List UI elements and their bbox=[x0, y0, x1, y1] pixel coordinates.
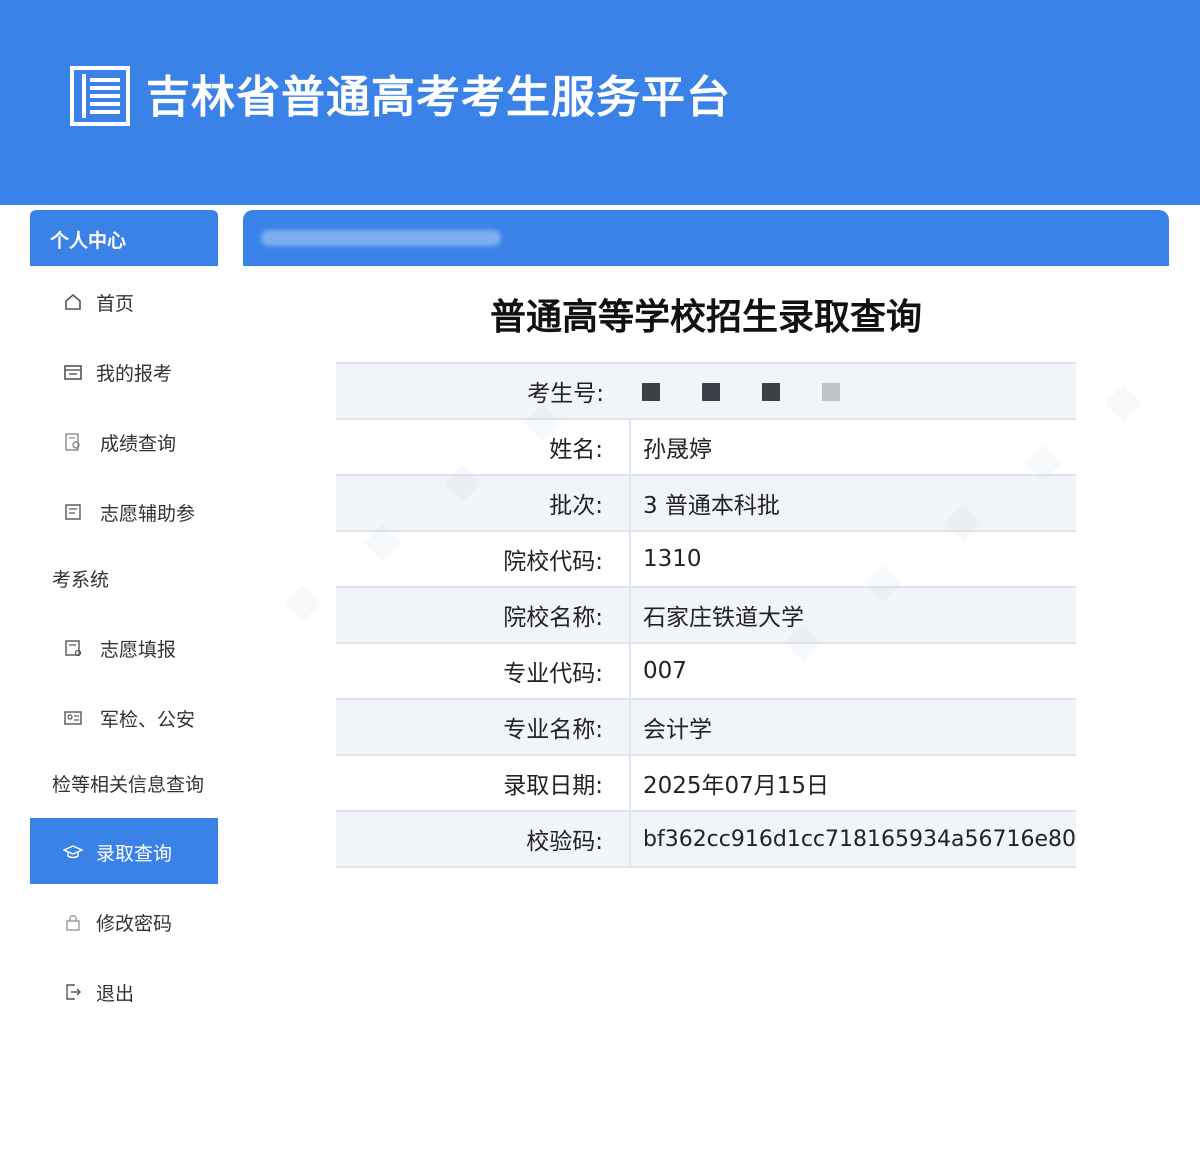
field-label: 录取日期: bbox=[336, 755, 631, 812]
content-banner bbox=[243, 210, 1169, 266]
sidebar-item-admission-query[interactable]: 录取查询 bbox=[30, 818, 218, 884]
sidebar-item-logout[interactable]: 退出 bbox=[30, 964, 218, 1018]
lock-icon bbox=[66, 915, 80, 931]
graduation-cap-icon bbox=[63, 845, 83, 859]
table-row: 批次: 3 普通本科批 bbox=[336, 475, 1076, 532]
blurred-breadcrumb bbox=[261, 230, 501, 246]
field-label: 院校代码: bbox=[336, 531, 631, 588]
table-row: 姓名: 孙晟婷 bbox=[336, 419, 1076, 476]
sidebar-item-volunteer-assist[interactable]: 志愿辅助参 bbox=[30, 484, 218, 538]
sidebar-item-score-query[interactable]: 成绩查询 bbox=[30, 414, 218, 468]
site-title: 吉林省普通高考考生服务平台 bbox=[146, 72, 731, 123]
field-label: 姓名: bbox=[336, 419, 631, 476]
sidebar-item-my-registration[interactable]: 我的报考 bbox=[30, 344, 218, 398]
sidebar-item-home[interactable]: 首页 bbox=[30, 274, 218, 328]
sidebar-section-label: 个人中心 bbox=[50, 230, 127, 252]
sidebar-item-label: 首页 bbox=[96, 293, 135, 315]
field-value: 3 普通本科批 bbox=[629, 475, 1076, 532]
sidebar-item-military-police-check[interactable]: 军检、公安 bbox=[30, 690, 218, 744]
field-value: 孙晟婷 bbox=[629, 419, 1076, 476]
sidebar-item-label: 修改密码 bbox=[96, 913, 173, 935]
redaction-block bbox=[701, 382, 720, 401]
field-label: 院校名称: bbox=[336, 587, 631, 644]
sidebar-item-label: 录取查询 bbox=[96, 843, 173, 865]
field-value: 2025年07月15日 bbox=[629, 755, 1076, 812]
sidebar-item-change-password[interactable]: 修改密码 bbox=[30, 894, 218, 948]
sidebar-item-label-continued: 考系统 bbox=[52, 569, 110, 591]
field-label: 专业名称: bbox=[336, 699, 631, 756]
field-label: 考生号: bbox=[336, 362, 630, 420]
score-doc-icon bbox=[65, 433, 80, 451]
table-row: 校验码: bf362cc916d1cc718165934a56716e80 bbox=[336, 811, 1076, 868]
calendar-icon bbox=[64, 365, 82, 380]
field-value: 石家庄铁道大学 bbox=[629, 587, 1076, 644]
top-header: 吉林省普通高考考生服务平台 bbox=[0, 0, 1200, 205]
field-label: 校验码: bbox=[336, 811, 631, 868]
assist-doc-icon bbox=[65, 504, 81, 520]
page-title: 普通高等学校招生录取查询 bbox=[489, 297, 922, 338]
field-value-masked bbox=[629, 362, 1076, 420]
document-lines-icon bbox=[70, 66, 130, 126]
sidebar-section-title: 个人中心 bbox=[30, 210, 218, 266]
sidebar-item-label: 志愿辅助参 bbox=[100, 503, 196, 525]
field-value: bf362cc916d1cc718165934a56716e80 bbox=[629, 811, 1076, 868]
sidebar-item-label-continued: 检等相关信息查询 bbox=[52, 774, 205, 796]
sidebar-item-label: 军检、公安 bbox=[100, 709, 196, 731]
field-label: 批次: bbox=[336, 475, 631, 532]
sidebar-item-label: 志愿填报 bbox=[100, 639, 177, 661]
table-row: 专业代码: 007 bbox=[336, 643, 1076, 700]
redaction-block bbox=[641, 382, 660, 401]
form-edit-icon bbox=[65, 640, 82, 657]
home-icon bbox=[65, 293, 81, 310]
field-label: 专业代码: bbox=[336, 643, 631, 700]
table-row: 院校名称: 石家庄铁道大学 bbox=[336, 587, 1076, 644]
table-row: 录取日期: 2025年07月15日 bbox=[336, 755, 1076, 812]
sidebar-item-volunteer-fill[interactable]: 志愿填报 bbox=[30, 620, 218, 674]
table-row: 院校代码: 1310 bbox=[336, 531, 1076, 588]
admission-result-table: 考生号: 姓名: 孙晟婷 批次: 3 普通本科批 院校代码: 1310 院校名称… bbox=[336, 362, 1076, 868]
sidebar-item-label: 成绩查询 bbox=[100, 433, 177, 455]
table-row: 考生号: bbox=[336, 362, 1076, 420]
table-row: 专业名称: 会计学 bbox=[336, 699, 1076, 756]
field-value: 1310 bbox=[629, 531, 1076, 588]
logout-icon bbox=[66, 984, 81, 1000]
sidebar-item-label: 退出 bbox=[96, 983, 135, 1005]
id-card-icon bbox=[64, 711, 82, 725]
sidebar-item-label: 我的报考 bbox=[96, 363, 173, 385]
field-value: 会计学 bbox=[629, 699, 1076, 756]
field-value: 007 bbox=[629, 643, 1076, 700]
redaction-block bbox=[821, 382, 840, 401]
redaction-block bbox=[761, 382, 780, 401]
